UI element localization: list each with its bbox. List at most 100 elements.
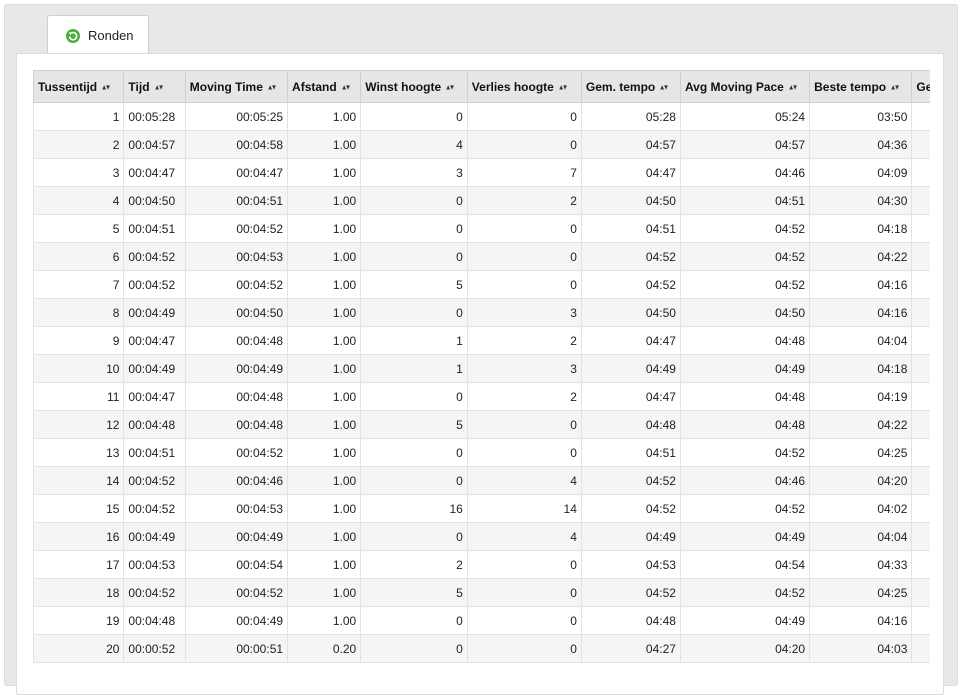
table-row[interactable]: 1700:04:5300:04:541.002004:5304:5404:331… (33, 550, 930, 579)
table-cell: 00:04:57 (123, 130, 186, 159)
column-header[interactable]: Beste tempo ▲▼ (809, 70, 913, 103)
table-cell: 110 (911, 130, 930, 159)
table-cell: 04:20 (809, 466, 913, 495)
column-header[interactable]: Gem. tempo ▲▼ (580, 70, 681, 103)
column-header[interactable]: Winst hoogte ▲▼ (360, 70, 468, 103)
table-cell: 124 (911, 298, 930, 327)
sort-icon[interactable]: ▲▼ (267, 83, 277, 91)
table-row[interactable]: 1900:04:4800:04:491.000004:4804:4904:161… (33, 606, 930, 635)
sort-icon[interactable]: ▲▼ (558, 83, 568, 91)
table-cell: 04:50 (580, 186, 681, 215)
table-cell: 04:52 (679, 494, 811, 523)
table-row[interactable]: 200:04:5700:04:581.004004:5704:5704:3611… (33, 130, 930, 159)
sort-icon[interactable]: ▲▼ (890, 83, 900, 91)
table-cell: 0 (360, 522, 468, 551)
table-cell: 118 (911, 242, 930, 271)
table-row[interactable]: 1000:04:4900:04:491.001304:4904:4904:181… (33, 354, 930, 383)
table-cell: 130 (911, 382, 930, 411)
table-cell: 00:00:52 (123, 634, 186, 663)
table-cell: 00:05:25 (184, 102, 289, 131)
table-cell: 00:04:52 (184, 578, 289, 607)
table-cell: 18 (33, 578, 125, 607)
sort-icon[interactable]: ▲▼ (341, 83, 351, 91)
table-cell: 00:04:49 (123, 298, 186, 327)
sort-icon[interactable]: ▲▼ (101, 83, 111, 91)
table-cell: 04:22 (809, 242, 913, 271)
sort-icon[interactable]: ▲▼ (154, 83, 164, 91)
table-row[interactable]: 600:04:5200:04:531.000004:5204:5204:2211… (33, 242, 930, 271)
table-row[interactable]: 1300:04:5100:04:521.000004:5104:5204:251… (33, 438, 930, 467)
table-cell: 0 (360, 102, 468, 131)
table-cell: 04:52 (679, 242, 811, 271)
table-row[interactable]: 800:04:4900:04:501.000304:5004:5004:1612… (33, 298, 930, 327)
table-row[interactable]: 1600:04:4900:04:491.000404:4904:4904:041… (33, 522, 930, 551)
table-cell: 7 (33, 270, 125, 299)
table-cell: 0 (360, 382, 468, 411)
sort-icon[interactable]: ▲▼ (788, 83, 798, 91)
column-header-label: Beste tempo (814, 79, 887, 94)
table-cell: 120 (911, 270, 930, 299)
table-row[interactable]: 300:04:4700:04:471.003704:4704:4604:0911… (33, 158, 930, 187)
table-cell: 00:04:52 (123, 578, 186, 607)
table-row[interactable]: 1200:04:4800:04:481.005004:4804:4804:221… (33, 410, 930, 439)
table-cell: 8 (33, 298, 125, 327)
table-cell: 14 (466, 494, 582, 523)
table-cell: 0 (466, 438, 582, 467)
table-row[interactable]: 1800:04:5200:04:521.005004:5204:5204:251… (33, 578, 930, 607)
table-cell: 1.00 (287, 186, 362, 215)
table-row[interactable]: 2000:00:5200:00:510.200004:2704:2004:031… (33, 634, 930, 663)
table-cell: 115 (911, 186, 930, 215)
table-row[interactable]: 15 00:04:52 00:04:53 1.00 16 14 04:52 04:52 04:0… (33, 494, 930, 523)
table-cell: 00:04:47 (184, 158, 289, 187)
table-cell: 00:04:52 (184, 270, 289, 299)
column-header-label: Tussentijd (38, 79, 98, 94)
table-cell: 00:04:53 (184, 242, 289, 271)
table-cell: 04:22 (809, 410, 913, 439)
table-cell: 04:25 (809, 438, 913, 467)
table-cell: 3 (466, 354, 582, 383)
table-cell: 1.00 (287, 298, 362, 327)
table-cell: 0 (360, 298, 468, 327)
table-row[interactable]: 900:04:4700:04:481.001204:4704:4804:0412… (33, 326, 930, 355)
table-row[interactable]: 500:04:5100:04:521.000004:5104:5204:1811… (33, 214, 930, 243)
column-header[interactable]: Gem. HS▲▼ (911, 70, 930, 103)
table-row[interactable]: 100:05:2800:05:251.000005:2805:2403:5098 (33, 102, 930, 131)
table-cell: 5 (360, 270, 468, 299)
table-cell: 2 (360, 550, 468, 579)
table-cell: 04:18 (809, 354, 913, 383)
table-cell: 04:48 (580, 606, 681, 635)
table-cell: 13 (33, 438, 125, 467)
column-header[interactable]: Moving Time ▲▼ (184, 70, 289, 103)
table-cell: 04:52 (580, 578, 681, 607)
table-cell: 00:04:51 (123, 214, 186, 243)
column-header[interactable]: Tijd ▲▼ (123, 70, 186, 103)
table-cell: 0 (360, 438, 468, 467)
table-row[interactable]: 1400:04:5200:04:461.000404:5204:4604:201… (33, 466, 930, 495)
table-cell: 00:04:46 (184, 466, 289, 495)
table-cell: 1.00 (287, 214, 362, 243)
sort-icon[interactable]: ▲▼ (659, 83, 669, 91)
table-cell: 04:51 (679, 186, 811, 215)
sort-icon[interactable]: ▲▼ (445, 83, 455, 91)
table-cell: 1 (360, 354, 468, 383)
table-cell: 04:19 (809, 382, 913, 411)
tab-ronden[interactable]: Ronden (47, 15, 149, 54)
table-cell: 04:52 (580, 270, 681, 299)
table-cell: 113 (911, 158, 930, 187)
column-header[interactable]: Avg Moving Pace ▲▼ (679, 70, 811, 103)
table-cell: 1.00 (287, 466, 362, 495)
table-cell: 3 (360, 158, 468, 187)
table-cell: 04:04 (809, 522, 913, 551)
table-row[interactable]: 700:04:5200:04:521.005004:5204:5204:1612… (33, 270, 930, 299)
table-cell: 98 (911, 102, 930, 131)
table-cell: 1.00 (287, 354, 362, 383)
table-cell: 00:05:28 (123, 102, 186, 131)
table-cell: 0 (466, 410, 582, 439)
column-header[interactable]: Verlies hoogte ▲▼ (466, 70, 582, 103)
table-cell: 00:04:54 (184, 550, 289, 579)
table-cell: 04:04 (809, 326, 913, 355)
table-row[interactable]: 400:04:5000:04:511.000204:5004:5104:3011… (33, 186, 930, 215)
column-header[interactable]: Afstand ▲▼ (287, 70, 362, 103)
column-header[interactable]: Tussentijd ▲▼ (33, 70, 125, 103)
table-row[interactable]: 1100:04:4700:04:481.000204:4704:4804:191… (33, 382, 930, 411)
